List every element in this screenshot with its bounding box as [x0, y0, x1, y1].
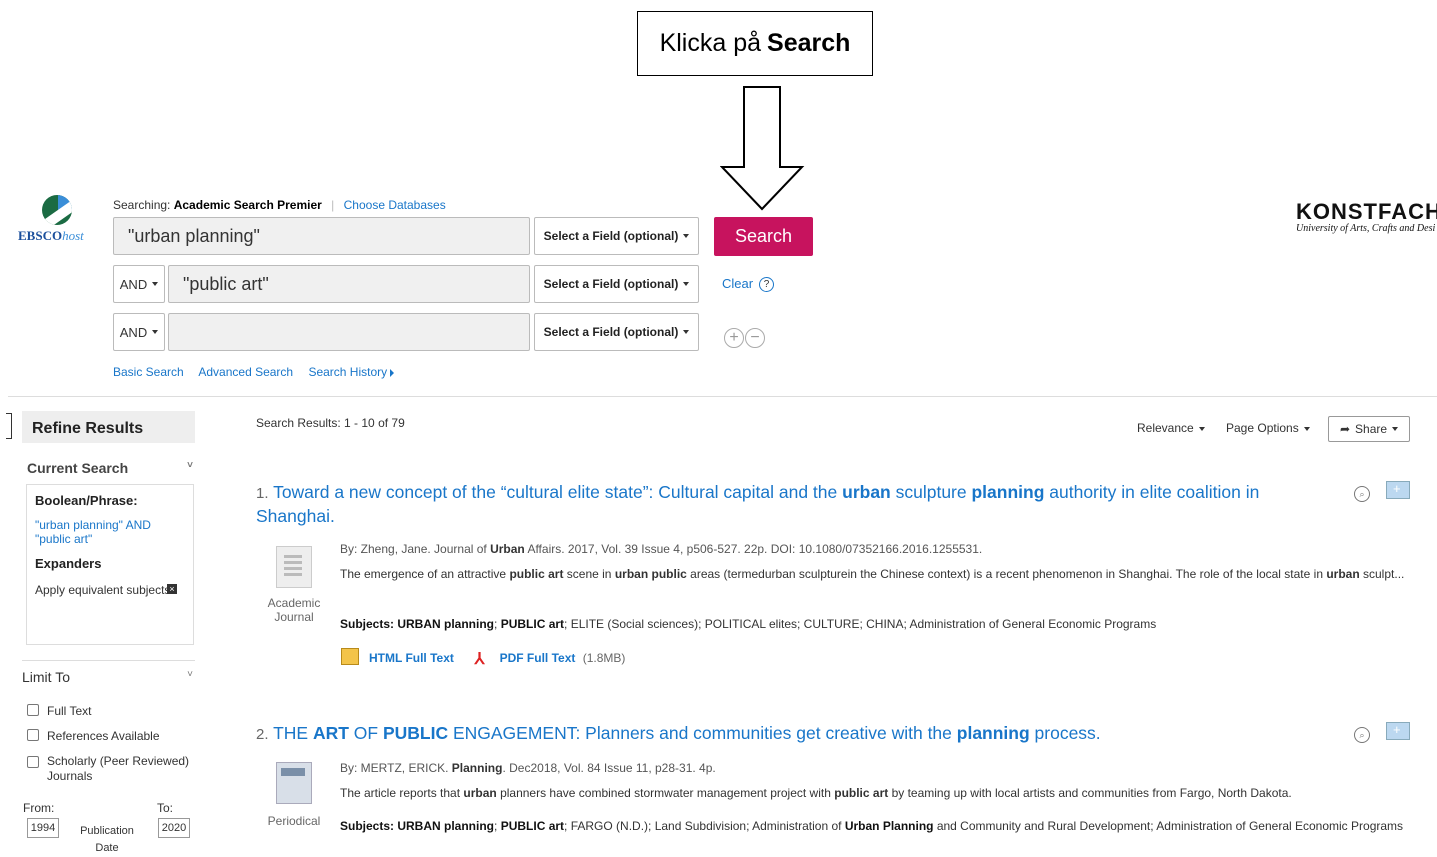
help-icon[interactable]: ? — [759, 277, 775, 293]
limit-scholarly[interactable]: Scholarly (Peer Reviewed) Journals — [27, 754, 202, 784]
chevron-down-icon[interactable]: ˅ — [187, 669, 193, 680]
expanders-label: Expanders — [35, 556, 102, 571]
result-subjects-1: Subjects: URBAN planning; PUBLIC art; EL… — [340, 617, 1157, 631]
chevron-down-icon[interactable]: ˅ — [187, 460, 193, 471]
logo-brand: EBSCO — [18, 228, 63, 243]
from-year-input[interactable]: 1994 — [27, 818, 59, 838]
add-remove-row: + − — [724, 328, 766, 348]
boolean-select-3[interactable]: AND — [113, 313, 165, 351]
pdf-file-icon: ⅄ — [474, 651, 485, 668]
remove-expander-icon[interactable]: × — [167, 584, 177, 594]
clear-link[interactable]: Clear? — [722, 276, 775, 293]
search-input-2[interactable]: "public art" — [168, 265, 530, 303]
result-title-2[interactable]: 2. THE ART OF PUBLIC ENGAGEMENT: Planner… — [256, 722, 1336, 746]
pdf-full-text-link[interactable]: PDF Full Text — [500, 651, 576, 665]
database-name: Academic Search Premier — [173, 198, 322, 212]
institution-subtitle: University of Arts, Crafts and Desi — [1296, 223, 1436, 234]
page-options-dropdown[interactable]: Page Options — [1226, 421, 1310, 435]
searching-label: Searching: — [113, 198, 171, 212]
header-divider — [8, 396, 1437, 397]
search-history-link[interactable]: Search History — [308, 365, 387, 379]
advanced-search-link[interactable]: Advanced Search — [198, 365, 293, 379]
boolean-select-2[interactable]: AND — [113, 265, 165, 303]
callout-bold: Search — [767, 29, 851, 57]
periodical-icon — [276, 762, 312, 804]
refine-results-header: Refine Results — [22, 411, 195, 443]
caret-down-icon — [1392, 427, 1399, 431]
down-arrow-icon — [720, 86, 805, 211]
ebsco-logo-icon — [42, 195, 72, 225]
search-links: Basic Search Advanced Search Search Hist… — [113, 365, 418, 379]
field-select-3[interactable]: Select a Field (optional) — [534, 313, 699, 351]
remove-row-icon[interactable]: − — [745, 328, 765, 348]
result-meta-2: By: MERTZ, ERICK. Planning. Dec2018, Vol… — [340, 761, 716, 775]
expander-item: Apply equivalent subjects × — [35, 583, 185, 597]
institution-logo: KONSTFACH University of Arts, Crafts and… — [1296, 199, 1437, 235]
checkbox[interactable] — [27, 704, 39, 716]
caret-down-icon — [152, 330, 159, 334]
relevance-dropdown[interactable]: Relevance — [1137, 421, 1205, 435]
add-row-icon[interactable]: + — [724, 328, 744, 348]
result-meta-1: By: Zheng, Jane. Journal of Urban Affair… — [340, 542, 983, 556]
pdf-size: (1.8MB) — [582, 651, 626, 665]
preview-icon[interactable]: ⌕ — [1354, 727, 1370, 743]
institution-name: KONSTFACH — [1296, 199, 1437, 224]
result-tools-2: ⌕ — [1354, 722, 1410, 743]
publication-type-2: Periodical — [264, 762, 324, 828]
checkbox[interactable] — [27, 756, 39, 768]
caret-down-icon — [152, 282, 159, 286]
caret-down-icon — [1303, 426, 1310, 431]
limit-references[interactable]: References Available — [27, 729, 160, 743]
field-select-1[interactable]: Select a Field (optional) — [534, 217, 699, 255]
caret-down-icon — [683, 234, 690, 238]
sidebar-divider — [22, 660, 195, 661]
result-title-1[interactable]: 1. Toward a new concept of the “cultural… — [256, 481, 1336, 528]
logo-host: host — [62, 228, 84, 243]
from-label: From: — [23, 801, 55, 815]
caret-right-icon — [390, 368, 395, 377]
current-search-box: Boolean/Phrase: "urban planning" AND "pu… — [26, 484, 194, 645]
current-search-header[interactable]: Current Search ˅ — [27, 460, 195, 476]
checkbox[interactable] — [27, 729, 39, 741]
caret-down-icon — [683, 330, 690, 334]
share-icon: ➦ — [1339, 422, 1351, 436]
ebsco-logo[interactable]: EBSCOhost — [18, 195, 98, 244]
result-subjects-2: Subjects: URBAN planning; PUBLIC art; FA… — [340, 819, 1404, 833]
html-file-icon — [341, 648, 359, 665]
add-to-folder-icon[interactable] — [1386, 481, 1410, 499]
instruction-callout: Klicka på Search — [637, 11, 873, 76]
basic-search-link[interactable]: Basic Search — [113, 365, 184, 379]
limit-full-text[interactable]: Full Text — [27, 704, 91, 718]
collapse-sidebar-handle[interactable] — [6, 413, 12, 439]
boolean-phrase-value[interactable]: "urban planning" AND "public art" — [35, 518, 185, 546]
full-text-links-1: HTML Full Text ⅄ PDF Full Text (1.8MB) — [341, 648, 625, 669]
limit-to-header[interactable]: Limit To ˅ — [22, 669, 195, 685]
to-label: To: — [157, 801, 174, 815]
caret-down-icon — [683, 282, 690, 286]
academic-journal-icon — [276, 546, 312, 588]
choose-databases-link[interactable]: Choose Databases — [344, 198, 446, 212]
result-abstract-2: The article reports that urban planners … — [340, 786, 1292, 800]
publication-date-label: Publication Date — [80, 825, 134, 854]
field-select-2[interactable]: Select a Field (optional) — [534, 265, 699, 303]
searching-line: Searching: Academic Search Premier | Cho… — [113, 198, 446, 212]
share-button[interactable]: ➦ Share — [1328, 416, 1410, 442]
caret-down-icon — [1198, 426, 1205, 431]
boolean-phrase-label: Boolean/Phrase: — [35, 493, 138, 508]
callout-text: Klicka på — [659, 29, 762, 57]
result-tools-1: ⌕ — [1354, 481, 1410, 502]
results-count: Search Results: 1 - 10 of 79 — [256, 416, 405, 430]
html-full-text-link[interactable]: HTML Full Text — [369, 651, 454, 665]
search-input-1[interactable]: "urban planning" — [113, 217, 530, 255]
preview-icon[interactable]: ⌕ — [1354, 486, 1370, 502]
search-input-3[interactable] — [168, 313, 530, 351]
search-button[interactable]: Search — [714, 217, 813, 256]
result-abstract-1: The emergence of an attractive public ar… — [340, 567, 1405, 581]
publication-type-1: Academic Journal — [264, 546, 324, 624]
add-to-folder-icon[interactable] — [1386, 722, 1410, 740]
to-year-input[interactable]: 2020 — [158, 818, 190, 838]
